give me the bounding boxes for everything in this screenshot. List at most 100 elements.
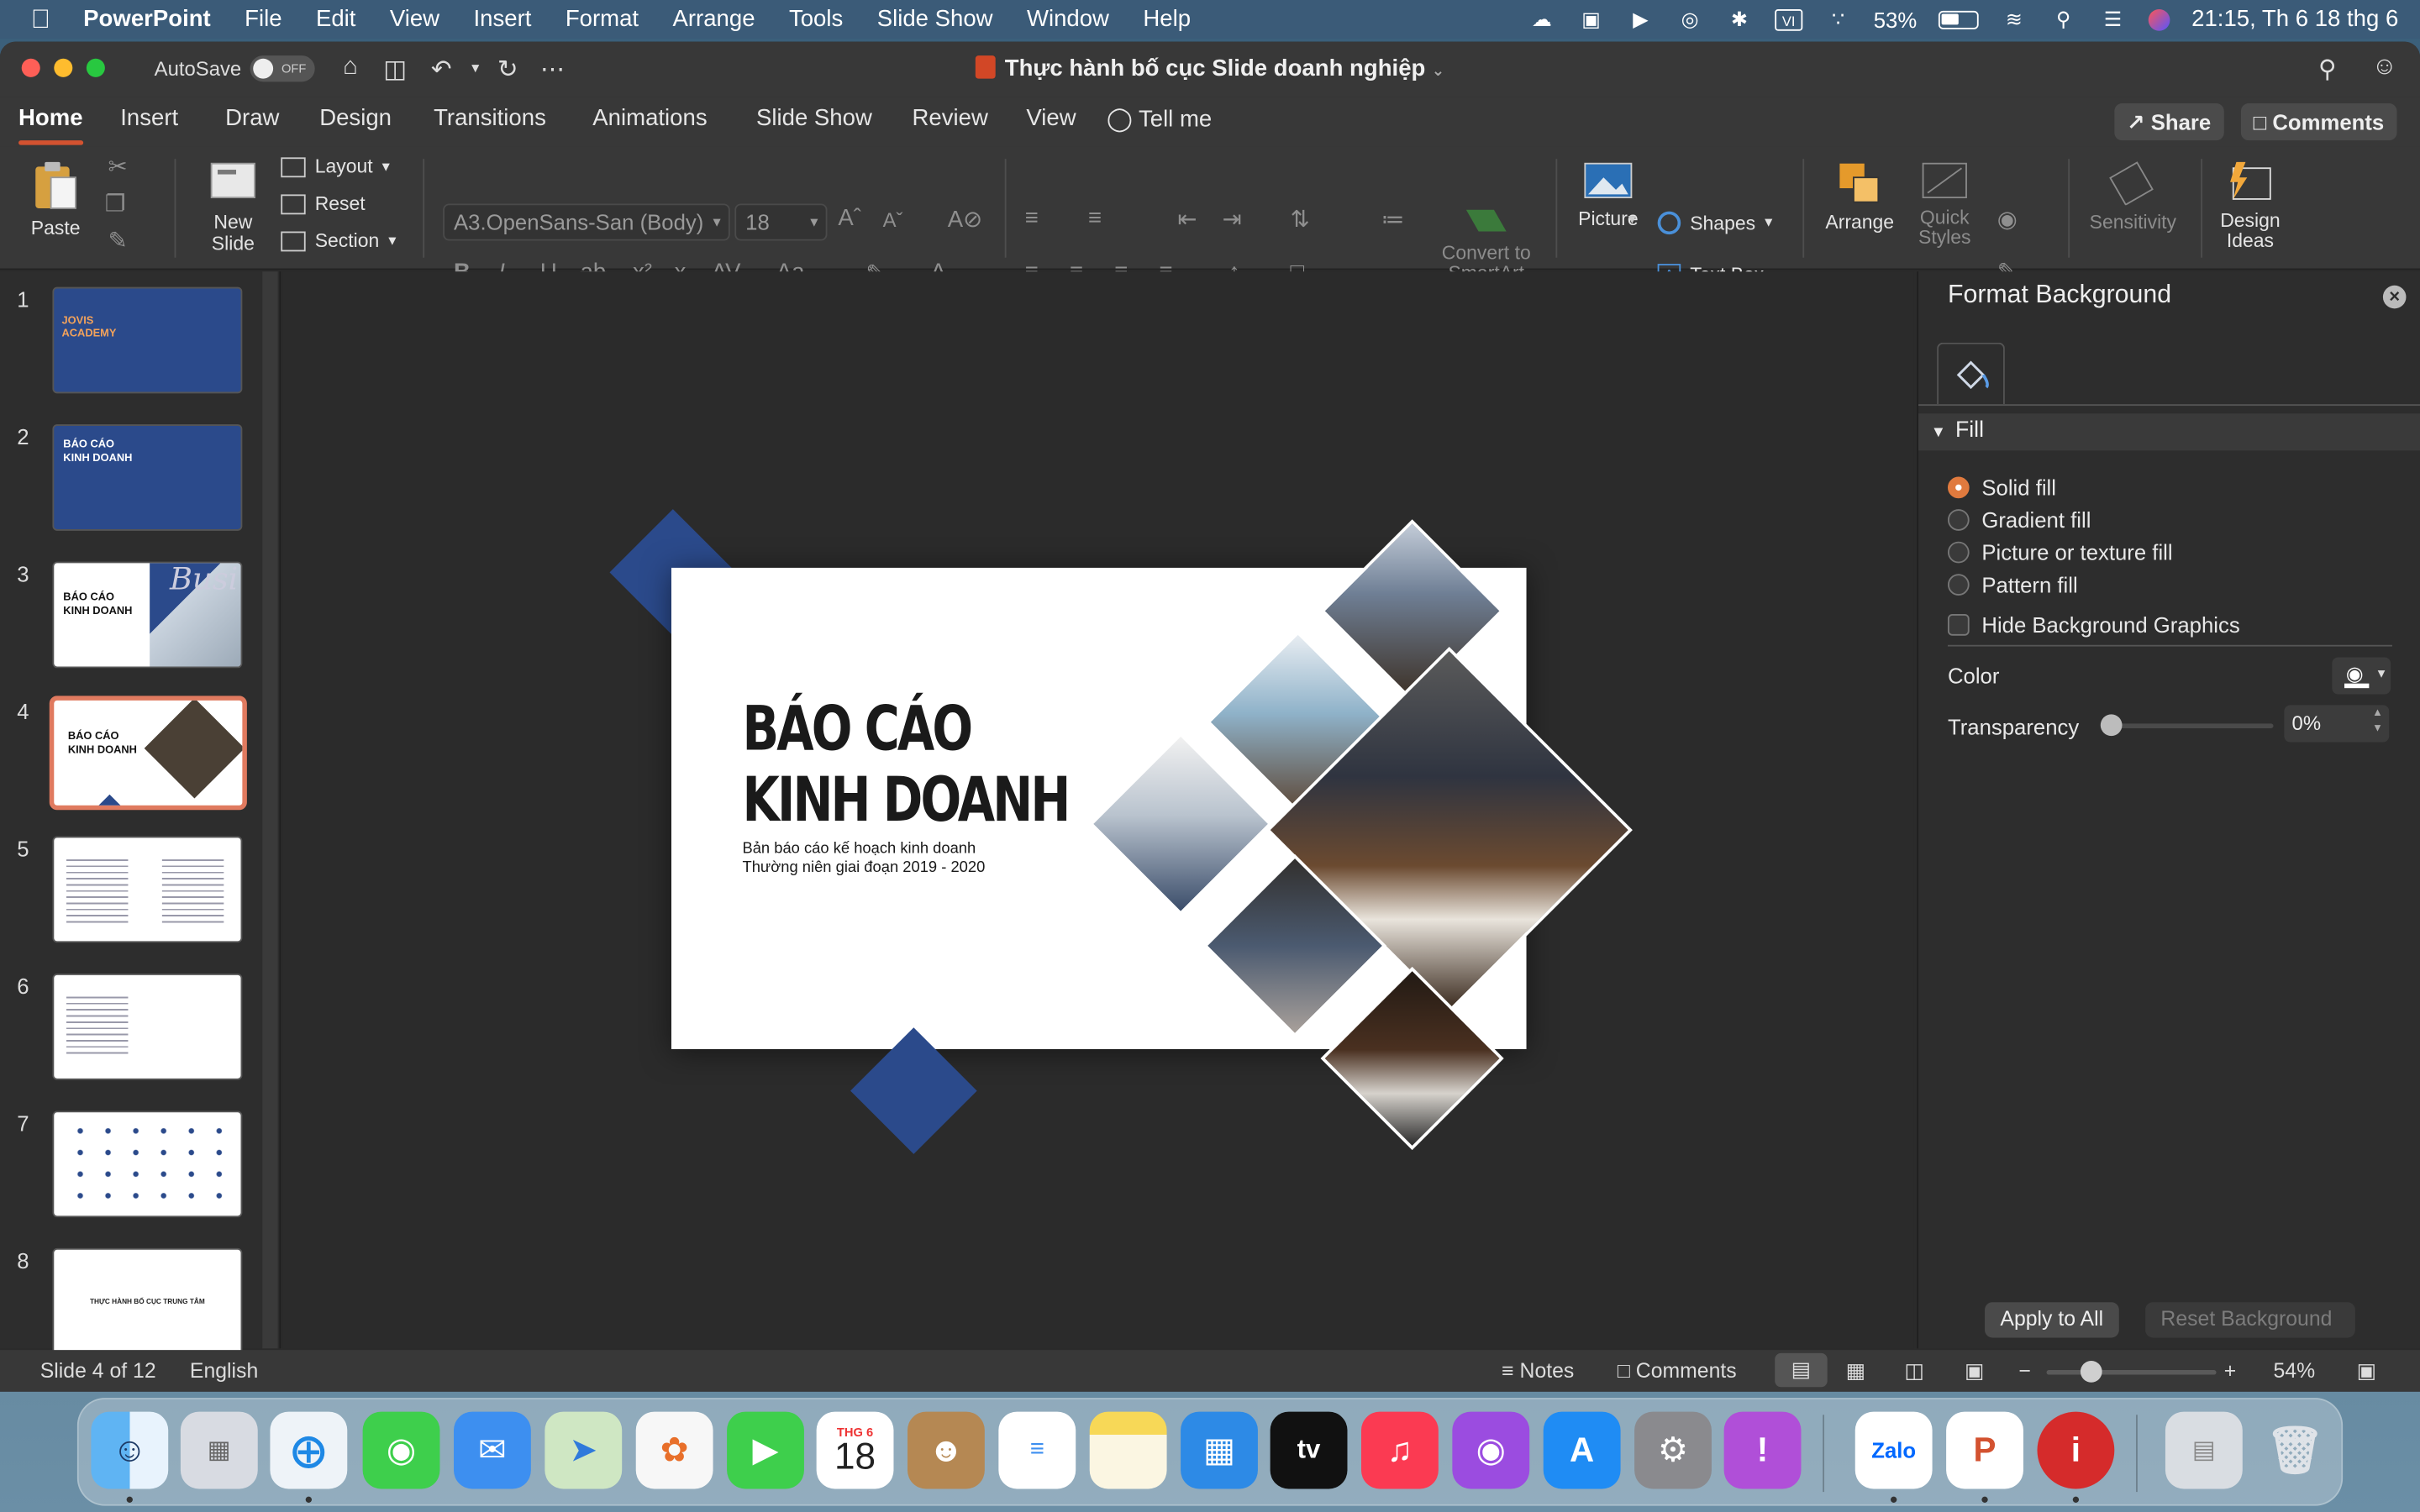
decrease-indent-icon[interactable]: ⇤: [1177, 205, 1197, 233]
dock-appletv-icon[interactable]: tv: [1270, 1411, 1348, 1489]
tab-review[interactable]: Review: [913, 105, 988, 131]
dock-downloads-icon[interactable]: ▤: [2165, 1411, 2243, 1489]
apple-menu-icon[interactable]: : [31, 4, 59, 35]
siri-icon[interactable]: [2148, 8, 2170, 30]
numbering-icon[interactable]: ≡: [1088, 205, 1102, 231]
slide-thumb-7[interactable]: [52, 1110, 243, 1218]
dots-icon[interactable]: ∵: [1824, 8, 1852, 30]
slide-subtitle-line2[interactable]: Thường niên giai đoạn 2019 - 2020: [742, 859, 985, 876]
clock[interactable]: 21:15, Th 6 18 thg 6: [2191, 6, 2398, 32]
shape-fill-icon[interactable]: ◉: [1997, 205, 2018, 233]
increase-font-icon[interactable]: Aˆ: [838, 205, 861, 231]
slide-sorter-icon[interactable]: ▦: [1846, 1359, 1865, 1383]
dock-zalo-icon[interactable]: Zalo: [1854, 1411, 1933, 1489]
slide-thumb-6[interactable]: [52, 973, 243, 1080]
car-icon[interactable]: ▣: [1577, 8, 1605, 30]
zoom-in-icon[interactable]: +: [2224, 1359, 2236, 1383]
section-button[interactable]: Section ▾: [281, 230, 397, 251]
picture-dropdown-icon[interactable]: ▾: [1628, 212, 1636, 228]
dock-calendar-icon[interactable]: THG 6 18: [816, 1411, 894, 1489]
dock-finder-icon[interactable]: ☺: [91, 1411, 169, 1489]
tab-slide-show[interactable]: Slide Show: [756, 105, 872, 131]
battery-icon[interactable]: [1938, 9, 1979, 29]
tab-animations[interactable]: Animations: [592, 105, 707, 131]
play-icon[interactable]: ▶: [1627, 8, 1655, 30]
gradient-fill-radio[interactable]: [1947, 509, 1970, 531]
menu-arrange[interactable]: Arrange: [673, 6, 755, 32]
dock-reminders-icon[interactable]: ≡: [998, 1411, 1076, 1489]
close-pane-icon[interactable]: ×: [2382, 285, 2407, 309]
spotlight-icon[interactable]: ⚲: [2049, 8, 2077, 30]
format-painter-icon[interactable]: ✎: [108, 227, 128, 255]
apply-to-all-button[interactable]: Apply to All: [1985, 1302, 2119, 1338]
dock-feedback-icon[interactable]: !: [1723, 1411, 1802, 1489]
search-icon[interactable]: ⚲: [2312, 54, 2343, 85]
dock-mail-icon[interactable]: ✉: [454, 1411, 531, 1489]
font-name-select[interactable]: A3.OpenSans-San (Body) ▾: [443, 203, 730, 241]
fill-tab[interactable]: [1937, 342, 2005, 405]
tell-me[interactable]: ◯ Tell me: [1107, 105, 1212, 133]
tab-transitions[interactable]: Transitions: [434, 105, 546, 131]
dock-appstore-icon[interactable]: A: [1543, 1411, 1621, 1489]
cut-icon[interactable]: ✂: [108, 153, 128, 181]
pattern-fill-option[interactable]: Pattern fill: [1947, 572, 2078, 597]
slide-thumb-4[interactable]: BÁO CÁO KINH DOANH: [49, 696, 247, 811]
dock-music-icon[interactable]: ♫: [1361, 1411, 1439, 1489]
dock-maps-icon[interactable]: ➤: [544, 1411, 623, 1489]
increase-indent-icon[interactable]: ⇥: [1223, 205, 1242, 233]
shapes-button[interactable]: Shapes ▾: [1657, 211, 1772, 235]
dock-podcasts-icon[interactable]: ◉: [1452, 1411, 1530, 1489]
menu-insert[interactable]: Insert: [474, 6, 532, 32]
language-indicator[interactable]: English: [190, 1359, 258, 1383]
solid-fill-radio[interactable]: [1947, 476, 1970, 499]
tab-home[interactable]: Home: [18, 105, 83, 145]
dock-facetime-icon[interactable]: ▶: [727, 1411, 804, 1489]
slide-title[interactable]: BÁO CÁO KINH DOANH: [742, 695, 1071, 837]
share-button[interactable]: ↗ Share: [2114, 103, 2223, 141]
normal-view-icon[interactable]: ▤: [1775, 1352, 1828, 1388]
dock-trash-icon[interactable]: 🗑: [2256, 1412, 2333, 1489]
zoom-slider[interactable]: [2046, 1361, 2217, 1383]
reset-background-button[interactable]: Reset Background: [2145, 1302, 2355, 1338]
color-picker-button[interactable]: ◉ ▼: [2332, 657, 2391, 695]
slide-thumb-2[interactable]: BÁO CÁO KINH DOANH: [52, 424, 243, 531]
fit-to-window-icon[interactable]: ▣: [2357, 1359, 2376, 1383]
tab-draw[interactable]: Draw: [225, 105, 279, 131]
dock-windows-app-icon[interactable]: ▦: [1181, 1411, 1258, 1489]
thumbnails-scrollbar[interactable]: [262, 271, 278, 1349]
zoom-out-icon[interactable]: −: [2018, 1359, 2030, 1383]
layout-button[interactable]: Layout ▾: [281, 156, 390, 177]
dock-system-settings-icon[interactable]: ⚙: [1634, 1411, 1712, 1489]
dock-messages-icon[interactable]: ◉: [362, 1411, 440, 1489]
new-slide-button[interactable]: New Slide: [194, 159, 271, 255]
columns-icon[interactable]: ≔: [1381, 205, 1405, 233]
quick-styles-button[interactable]: Quick Styles: [1907, 159, 1981, 249]
solid-fill-option[interactable]: Solid fill: [1947, 475, 2056, 500]
title-chevron-icon[interactable]: ⌄: [1432, 63, 1444, 80]
dock-notes-icon[interactable]: [1089, 1411, 1167, 1489]
slide-thumb-3[interactable]: BÁO CÁO KINH DOANH Busi: [52, 561, 243, 669]
wifi-icon[interactable]: ≋: [2000, 8, 2028, 30]
slide-editor-canvas[interactable]: BÁO CÁO KINH DOANH Bản báo cáo kế hoạch k…: [282, 271, 1914, 1349]
slide-subtitle-line1[interactable]: Bản báo cáo kế hoạch kinh doanh: [742, 841, 976, 858]
dock-powerpoint-icon[interactable]: P: [1946, 1411, 2023, 1489]
dock-contacts-icon[interactable]: ☻: [908, 1411, 985, 1489]
transparency-slider[interactable]: [2100, 714, 2274, 737]
dock-launchpad-icon[interactable]: ▦: [180, 1411, 258, 1489]
design-ideas-button[interactable]: Design Ideas: [2213, 159, 2287, 251]
input-source-icon[interactable]: VI: [1775, 8, 1803, 30]
line-spacing-icon[interactable]: ⇅: [1291, 205, 1310, 233]
menu-tools[interactable]: Tools: [789, 6, 843, 32]
cloud-icon[interactable]: ☁: [1528, 8, 1555, 30]
picture-fill-radio[interactable]: [1947, 541, 1970, 564]
tab-insert[interactable]: Insert: [120, 105, 178, 131]
notes-button[interactable]: ≡ Notes: [1502, 1359, 1574, 1383]
hide-background-graphics-checkbox[interactable]: [1947, 614, 1970, 636]
smiley-feedback-icon[interactable]: ☺: [2369, 54, 2400, 81]
menu-slide-show[interactable]: Slide Show: [877, 6, 993, 32]
slide-thumb-1[interactable]: JOVIS ACADEMY: [52, 286, 243, 394]
bluetooth-icon[interactable]: ✱: [1725, 8, 1753, 30]
reset-button[interactable]: Reset: [281, 193, 366, 214]
reading-view-icon[interactable]: ◫: [1905, 1359, 1924, 1383]
hide-background-graphics-option[interactable]: Hide Background Graphics: [1947, 612, 2240, 638]
